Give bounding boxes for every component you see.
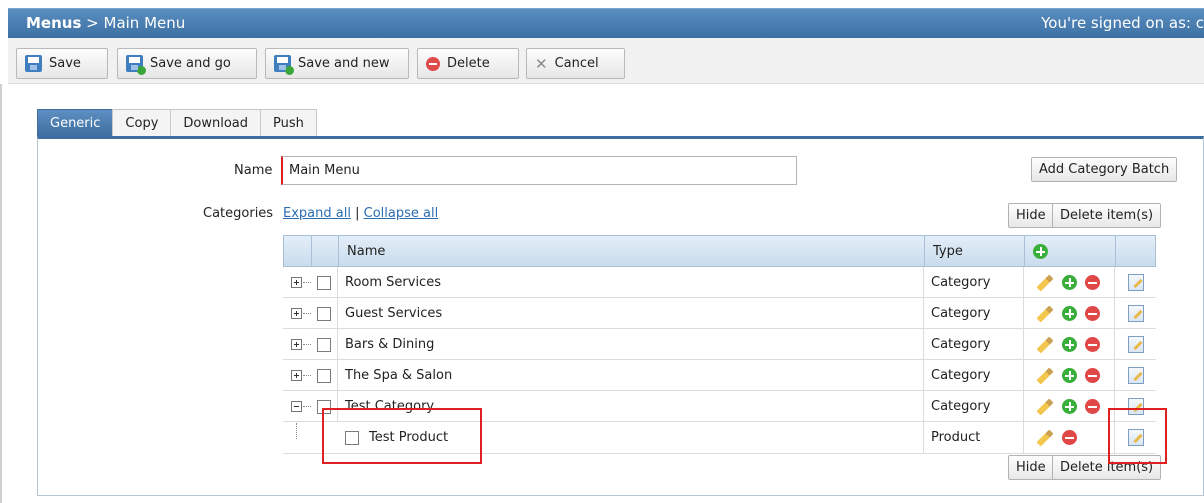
row-checkbox[interactable] xyxy=(317,337,331,352)
row-type: Category xyxy=(924,391,1024,422)
row-name[interactable]: The Spa & Salon xyxy=(338,360,924,391)
expand-collapse-links: Expand all | Collapse all xyxy=(283,206,438,221)
hide-button-bottom[interactable]: Hide xyxy=(1008,455,1054,480)
save-button[interactable]: Save xyxy=(16,48,108,79)
toolbar: Save Save and go Save and new Delete ✕ C… xyxy=(8,38,1204,84)
pencil-icon[interactable] xyxy=(1036,305,1054,322)
breadcrumb-root[interactable]: Menus xyxy=(26,14,81,32)
tab-copy[interactable]: Copy xyxy=(112,109,172,136)
add-icon[interactable] xyxy=(1062,368,1077,383)
expand-icon[interactable] xyxy=(291,308,302,319)
header-name[interactable]: Name xyxy=(339,236,925,267)
add-icon[interactable] xyxy=(1062,399,1077,414)
tab-push[interactable]: Push xyxy=(260,109,317,136)
tab-bar: Generic Copy Download Push xyxy=(37,109,317,136)
cancel-label: Cancel xyxy=(554,56,599,71)
tab-download[interactable]: Download xyxy=(170,109,262,136)
row-checkbox[interactable] xyxy=(317,306,331,321)
remove-icon[interactable] xyxy=(1085,275,1100,290)
categories-label: Categories xyxy=(203,206,274,221)
expand-icon[interactable] xyxy=(291,339,302,350)
row-type: Product xyxy=(924,422,1024,453)
hide-button-top[interactable]: Hide xyxy=(1008,203,1054,228)
edit-details-icon[interactable] xyxy=(1128,305,1144,322)
header-check-col xyxy=(312,236,339,267)
save-and-go-label: Save and go xyxy=(150,56,231,71)
delete-icon xyxy=(426,56,440,71)
remove-icon[interactable] xyxy=(1062,430,1077,445)
pencil-icon[interactable] xyxy=(1036,274,1054,291)
header-expander-col xyxy=(284,236,312,267)
floppy-new-icon xyxy=(274,55,294,75)
add-icon[interactable] xyxy=(1062,306,1077,321)
pencil-icon[interactable] xyxy=(1036,398,1054,415)
delete-label: Delete xyxy=(447,56,490,71)
remove-icon[interactable] xyxy=(1085,368,1100,383)
name-label: Name xyxy=(234,163,273,178)
remove-icon[interactable] xyxy=(1085,337,1100,352)
breadcrumb-separator: > xyxy=(81,14,104,32)
row-name[interactable]: Guest Services xyxy=(338,298,924,329)
highlight-box-product xyxy=(322,408,482,464)
signed-on-text: You're signed on as: c xyxy=(1041,14,1204,32)
pencil-icon[interactable] xyxy=(1036,429,1054,446)
row-name[interactable]: Bars & Dining xyxy=(338,329,924,360)
remove-icon[interactable] xyxy=(1085,306,1100,321)
row-type: Category xyxy=(924,298,1024,329)
left-divider xyxy=(0,84,2,503)
grid-header: Name Type xyxy=(283,235,1156,267)
header-edit-col xyxy=(1116,236,1157,267)
edit-details-icon[interactable] xyxy=(1128,336,1144,353)
save-and-go-button[interactable]: Save and go xyxy=(117,48,257,79)
collapse-all-link[interactable]: Collapse all xyxy=(364,206,439,221)
floppy-icon xyxy=(25,55,42,72)
save-and-new-label: Save and new xyxy=(298,56,390,71)
highlight-box-edit xyxy=(1108,408,1167,464)
row-type: Category xyxy=(924,267,1024,298)
edit-details-icon[interactable] xyxy=(1128,367,1144,384)
table-row: Bars & Dining Category xyxy=(283,329,1156,360)
header-actions xyxy=(1025,236,1116,267)
row-checkbox[interactable] xyxy=(317,275,331,290)
delete-items-button-top[interactable]: Delete item(s) xyxy=(1052,203,1162,228)
breadcrumb-current: Main Menu xyxy=(103,14,186,32)
floppy-go-icon xyxy=(126,55,146,75)
remove-icon[interactable] xyxy=(1085,399,1100,414)
cancel-button[interactable]: ✕ Cancel xyxy=(526,48,625,79)
expand-icon[interactable] xyxy=(291,277,302,288)
row-checkbox[interactable] xyxy=(317,368,331,383)
title-bar: Menus > Main Menu You're signed on as: c xyxy=(8,8,1204,38)
edit-details-icon[interactable] xyxy=(1128,274,1144,291)
header-type[interactable]: Type xyxy=(925,236,1025,267)
table-row: Guest Services Category xyxy=(283,298,1156,329)
pencil-icon[interactable] xyxy=(1036,367,1054,384)
add-root-icon[interactable] xyxy=(1033,244,1048,259)
cancel-icon: ✕ xyxy=(535,54,548,73)
table-row: Room Services Category xyxy=(283,267,1156,298)
collapse-icon[interactable] xyxy=(291,401,302,412)
pencil-icon[interactable] xyxy=(1036,336,1054,353)
name-field[interactable] xyxy=(281,156,797,185)
link-separator: | xyxy=(355,206,360,221)
breadcrumb: Menus > Main Menu xyxy=(26,14,185,32)
row-type: Category xyxy=(924,329,1024,360)
save-and-new-button[interactable]: Save and new xyxy=(265,48,409,79)
save-label: Save xyxy=(49,56,81,71)
add-category-batch-button[interactable]: Add Category Batch xyxy=(1031,157,1178,182)
add-icon[interactable] xyxy=(1062,337,1077,352)
expand-icon[interactable] xyxy=(291,370,302,381)
delete-button[interactable]: Delete xyxy=(417,48,519,79)
table-row: The Spa & Salon Category xyxy=(283,360,1156,391)
add-icon[interactable] xyxy=(1062,275,1077,290)
expand-all-link[interactable]: Expand all xyxy=(283,206,351,221)
tab-generic[interactable]: Generic xyxy=(37,109,114,136)
row-name[interactable]: Room Services xyxy=(338,267,924,298)
row-type: Category xyxy=(924,360,1024,391)
